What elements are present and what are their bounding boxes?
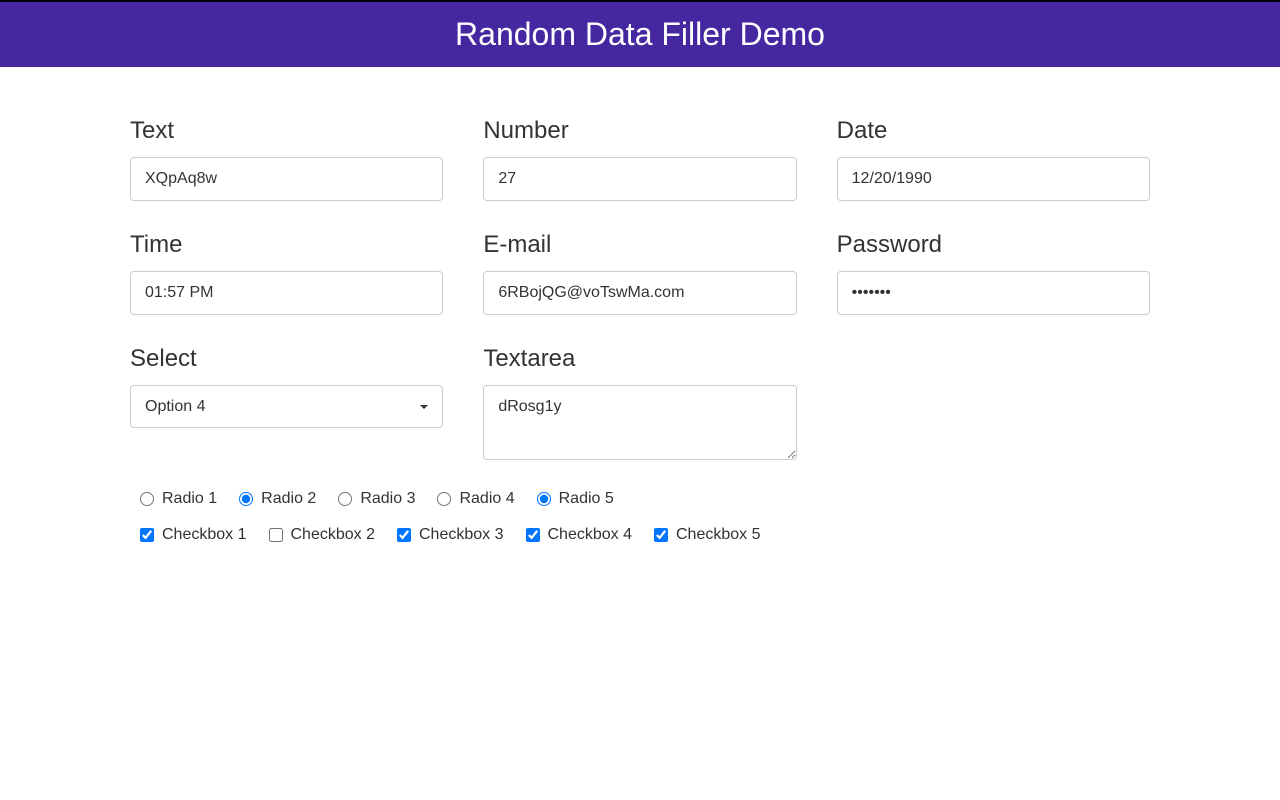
radio-input-3[interactable] [338, 492, 352, 506]
checkbox-label-3: Checkbox 3 [419, 526, 504, 544]
page-header: Random Data Filler Demo [0, 0, 1280, 67]
radio-input-2[interactable] [239, 492, 253, 506]
radio-input-1[interactable] [140, 492, 154, 506]
radio-label-4: Radio 4 [459, 490, 514, 508]
radio-row: Radio 1 Radio 2 Radio 3 Radio 4 Radio 5 [130, 490, 1150, 508]
select-label: Select [130, 345, 443, 373]
radio-option-4: Radio 4 [437, 490, 514, 508]
checkbox-input-1[interactable] [140, 528, 154, 542]
checkbox-row: Checkbox 1 Checkbox 2 Checkbox 3 Checkbox 4… [130, 526, 1150, 544]
text-label: Text [130, 117, 443, 145]
text-input[interactable] [130, 157, 443, 201]
checkbox-option-3: Checkbox 3 [397, 526, 504, 544]
date-field-group: Date [837, 117, 1150, 201]
radio-input-4[interactable] [437, 492, 451, 506]
checkbox-option-4: Checkbox 4 [526, 526, 633, 544]
form-grid: Text Number Date Time E-mail Password Se… [130, 117, 1150, 460]
checkbox-label-5: Checkbox 5 [676, 526, 761, 544]
date-label: Date [837, 117, 1150, 145]
password-input[interactable] [837, 271, 1150, 315]
checkbox-label-2: Checkbox 2 [291, 526, 376, 544]
radio-label-3: Radio 3 [360, 490, 415, 508]
radio-label-2: Radio 2 [261, 490, 316, 508]
page-title: Random Data Filler Demo [455, 16, 825, 52]
password-label: Password [837, 231, 1150, 259]
select-field-group: Select Option 4 [130, 345, 443, 460]
radio-option-2: Radio 2 [239, 490, 316, 508]
email-field-group: E-mail [483, 231, 796, 315]
radio-option-3: Radio 3 [338, 490, 415, 508]
checkbox-label-1: Checkbox 1 [162, 526, 247, 544]
checkbox-input-4[interactable] [526, 528, 540, 542]
number-label: Number [483, 117, 796, 145]
password-field-group: Password [837, 231, 1150, 315]
radio-label-1: Radio 1 [162, 490, 217, 508]
number-input[interactable] [483, 157, 796, 201]
email-input[interactable] [483, 271, 796, 315]
form-container: Text Number Date Time E-mail Password Se… [90, 67, 1190, 544]
time-field-group: Time [130, 231, 443, 315]
date-input[interactable] [837, 157, 1150, 201]
checkbox-input-2[interactable] [269, 528, 283, 542]
textarea-field-group: Textarea [483, 345, 796, 460]
checkbox-option-1: Checkbox 1 [140, 526, 247, 544]
checkbox-label-4: Checkbox 4 [548, 526, 633, 544]
checkbox-input-5[interactable] [654, 528, 668, 542]
radio-label-5: Radio 5 [559, 490, 614, 508]
checkbox-option-2: Checkbox 2 [269, 526, 376, 544]
textarea-input[interactable] [483, 385, 796, 460]
checkbox-option-5: Checkbox 5 [654, 526, 761, 544]
radio-option-1: Radio 1 [140, 490, 217, 508]
radio-input-5[interactable] [537, 492, 551, 506]
checkbox-input-3[interactable] [397, 528, 411, 542]
select-input[interactable]: Option 4 [130, 385, 443, 428]
time-label: Time [130, 231, 443, 259]
number-field-group: Number [483, 117, 796, 201]
email-label: E-mail [483, 231, 796, 259]
text-field-group: Text [130, 117, 443, 201]
time-input[interactable] [130, 271, 443, 315]
textarea-label: Textarea [483, 345, 796, 373]
radio-option-5: Radio 5 [537, 490, 614, 508]
